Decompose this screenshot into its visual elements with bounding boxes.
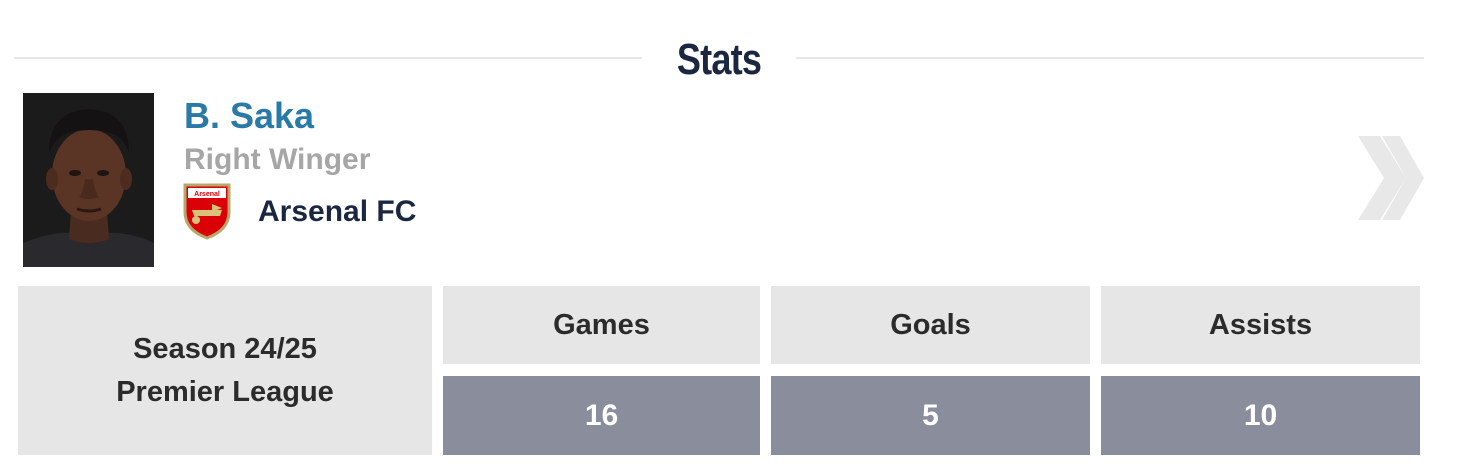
assists-header: Assists xyxy=(1101,286,1420,364)
games-value: 16 xyxy=(443,376,760,455)
header-divider-right xyxy=(796,57,1424,59)
season-label: Season 24/25 xyxy=(133,332,317,365)
double-chevron-right-icon[interactable] xyxy=(1354,132,1426,224)
club-name[interactable]: Arsenal FC xyxy=(258,192,416,232)
competition-label: Premier League xyxy=(116,375,334,408)
season-cell: Season 24/25 Premier League xyxy=(18,286,432,455)
section-title: Stats xyxy=(676,35,762,84)
player-position: Right Winger xyxy=(184,143,371,176)
player-name[interactable]: B. Saka xyxy=(184,94,314,138)
svg-text:Arsenal: Arsenal xyxy=(194,191,220,198)
header-divider-left xyxy=(14,57,642,59)
assists-value: 10 xyxy=(1101,376,1420,455)
player-card[interactable]: B. Saka Right Winger Arsenal Arsenal FC xyxy=(14,88,1434,274)
stats-widget: Stats B. Saka Right Winger Arsenal Arsen… xyxy=(0,0,1460,475)
arsenal-crest-icon: Arsenal xyxy=(182,182,232,240)
goals-value: 5 xyxy=(771,376,1090,455)
games-header: Games xyxy=(443,286,760,364)
goals-header: Goals xyxy=(771,286,1090,364)
player-photo xyxy=(23,93,154,267)
